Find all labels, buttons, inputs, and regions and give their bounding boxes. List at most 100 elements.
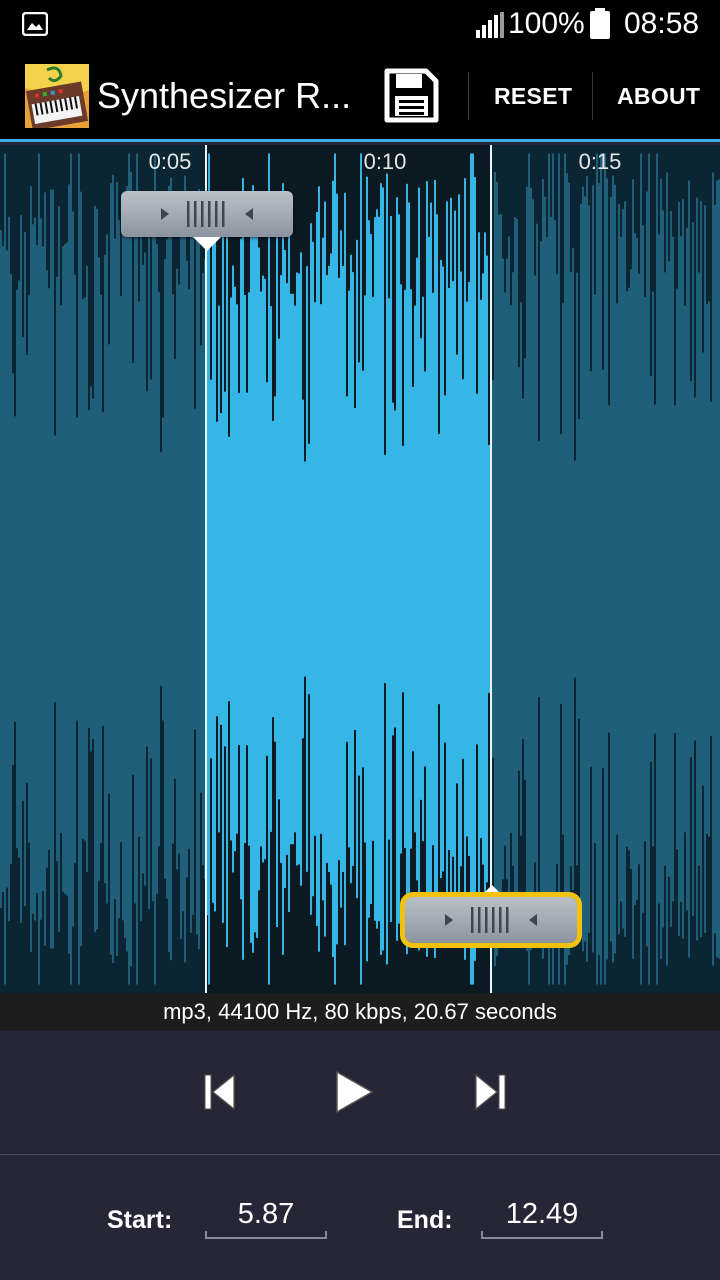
waveform-bar — [88, 410, 90, 728]
waveform-bar — [272, 420, 274, 718]
waveform-bar — [448, 287, 450, 851]
waveform-bar — [626, 291, 628, 847]
waveform-bar — [120, 295, 122, 843]
waveform-bar — [426, 181, 428, 957]
waveform-bar — [372, 297, 374, 841]
waveform-bar — [170, 177, 172, 961]
waveform-bar — [214, 226, 216, 912]
waveform-bar — [314, 302, 316, 836]
waveform-bar — [306, 266, 308, 872]
waveform-bar — [658, 234, 660, 904]
waveform-bar — [46, 270, 48, 868]
save-icon[interactable] — [382, 68, 440, 124]
app-logo[interactable] — [25, 64, 89, 128]
waveform-bar — [578, 419, 580, 719]
waveform-bar — [96, 208, 98, 930]
waveform-bar — [624, 201, 626, 937]
waveform-bar — [238, 392, 240, 746]
waveform-bar — [98, 257, 100, 881]
waveform-bar — [342, 266, 344, 872]
waveform-bar — [336, 193, 338, 945]
waveform-bar — [352, 272, 354, 866]
waveform-bar — [518, 367, 520, 771]
skip-back-icon[interactable] — [203, 1073, 237, 1111]
waveform-bar — [572, 248, 574, 890]
waveform-bar — [474, 177, 476, 961]
waveform-bar — [10, 274, 12, 864]
waveform-bar — [70, 153, 72, 985]
waveform-bar — [36, 245, 38, 893]
waveform-bar — [470, 153, 472, 985]
waveform-bar — [510, 305, 512, 833]
waveform-bar — [484, 232, 486, 906]
waveform-bar — [358, 362, 360, 776]
action-bar: Synthesizer R... RESET ABOUT — [0, 48, 720, 142]
waveform-bar — [76, 417, 78, 721]
waveform-bar — [22, 337, 24, 801]
waveform-bar — [390, 216, 392, 922]
waveform-bar — [646, 191, 648, 947]
waveform-bar — [350, 254, 352, 884]
start-time-input[interactable]: 5.87 — [205, 1193, 327, 1239]
waveform-bar — [290, 293, 292, 845]
end-time-input[interactable]: 12.49 — [481, 1193, 603, 1239]
waveform-bar — [48, 288, 50, 850]
waveform-bar — [686, 227, 688, 911]
waveform-bar — [30, 186, 32, 952]
waveform-bar — [434, 179, 436, 959]
waveform-bar — [530, 187, 532, 951]
waveform-bar — [26, 355, 28, 783]
waveform-bar — [586, 176, 588, 962]
end-marker-handle[interactable] — [400, 892, 582, 948]
waveform-bar — [58, 206, 60, 932]
waveform-bar — [532, 199, 534, 939]
waveform-bar — [288, 226, 290, 912]
waveform-bar — [612, 175, 614, 963]
waveform-bar — [406, 183, 408, 955]
waveform-bar — [152, 236, 154, 902]
waveform-bar — [320, 304, 322, 834]
waveform-bar — [382, 187, 384, 951]
waveform-bar — [628, 287, 630, 851]
waveform-bar — [554, 219, 556, 919]
waveform-bar — [16, 289, 18, 849]
play-icon[interactable] — [333, 1069, 375, 1115]
waveform-bar — [2, 245, 4, 893]
waveform-bar — [630, 269, 632, 869]
waveform-bar — [90, 386, 92, 752]
waveform-bar — [534, 275, 536, 863]
waveform-bar — [620, 236, 622, 902]
status-bar: 100% 08:58 — [0, 0, 720, 48]
waveform-bar — [138, 301, 140, 837]
waveform-bar — [376, 209, 378, 929]
waveform-bar — [322, 237, 324, 901]
waveform-bar — [616, 303, 618, 835]
waveform-bar — [636, 238, 638, 900]
action-divider — [592, 72, 593, 120]
waveform-bar — [656, 153, 658, 985]
waveform-bar — [496, 181, 498, 957]
end-label: End: — [397, 1206, 453, 1234]
waveform-bar — [226, 191, 228, 947]
drag-grip-icon — [161, 201, 253, 227]
waveform-bar — [644, 296, 646, 842]
waveform-bar — [548, 153, 550, 985]
waveform-bar — [428, 236, 430, 902]
waveform-bar — [542, 179, 544, 959]
waveform-bar — [504, 292, 506, 846]
about-button[interactable]: ABOUT — [617, 82, 700, 110]
waveform-bar — [618, 203, 620, 935]
skip-forward-icon[interactable] — [473, 1073, 507, 1111]
waveform-bar — [332, 180, 334, 958]
waveform-bar — [254, 205, 256, 933]
waveform-view[interactable]: 0:05 0:10 0:15 — [0, 145, 720, 993]
action-divider — [468, 72, 469, 120]
waveform-bar — [222, 215, 224, 923]
start-marker-handle[interactable] — [121, 191, 293, 237]
waveform-bar — [692, 222, 694, 916]
waveform-bar — [592, 185, 594, 953]
reset-button[interactable]: RESET — [494, 82, 572, 110]
drag-grip-icon — [445, 907, 537, 933]
waveform-bar — [64, 244, 66, 894]
waveform-bar — [0, 230, 2, 908]
